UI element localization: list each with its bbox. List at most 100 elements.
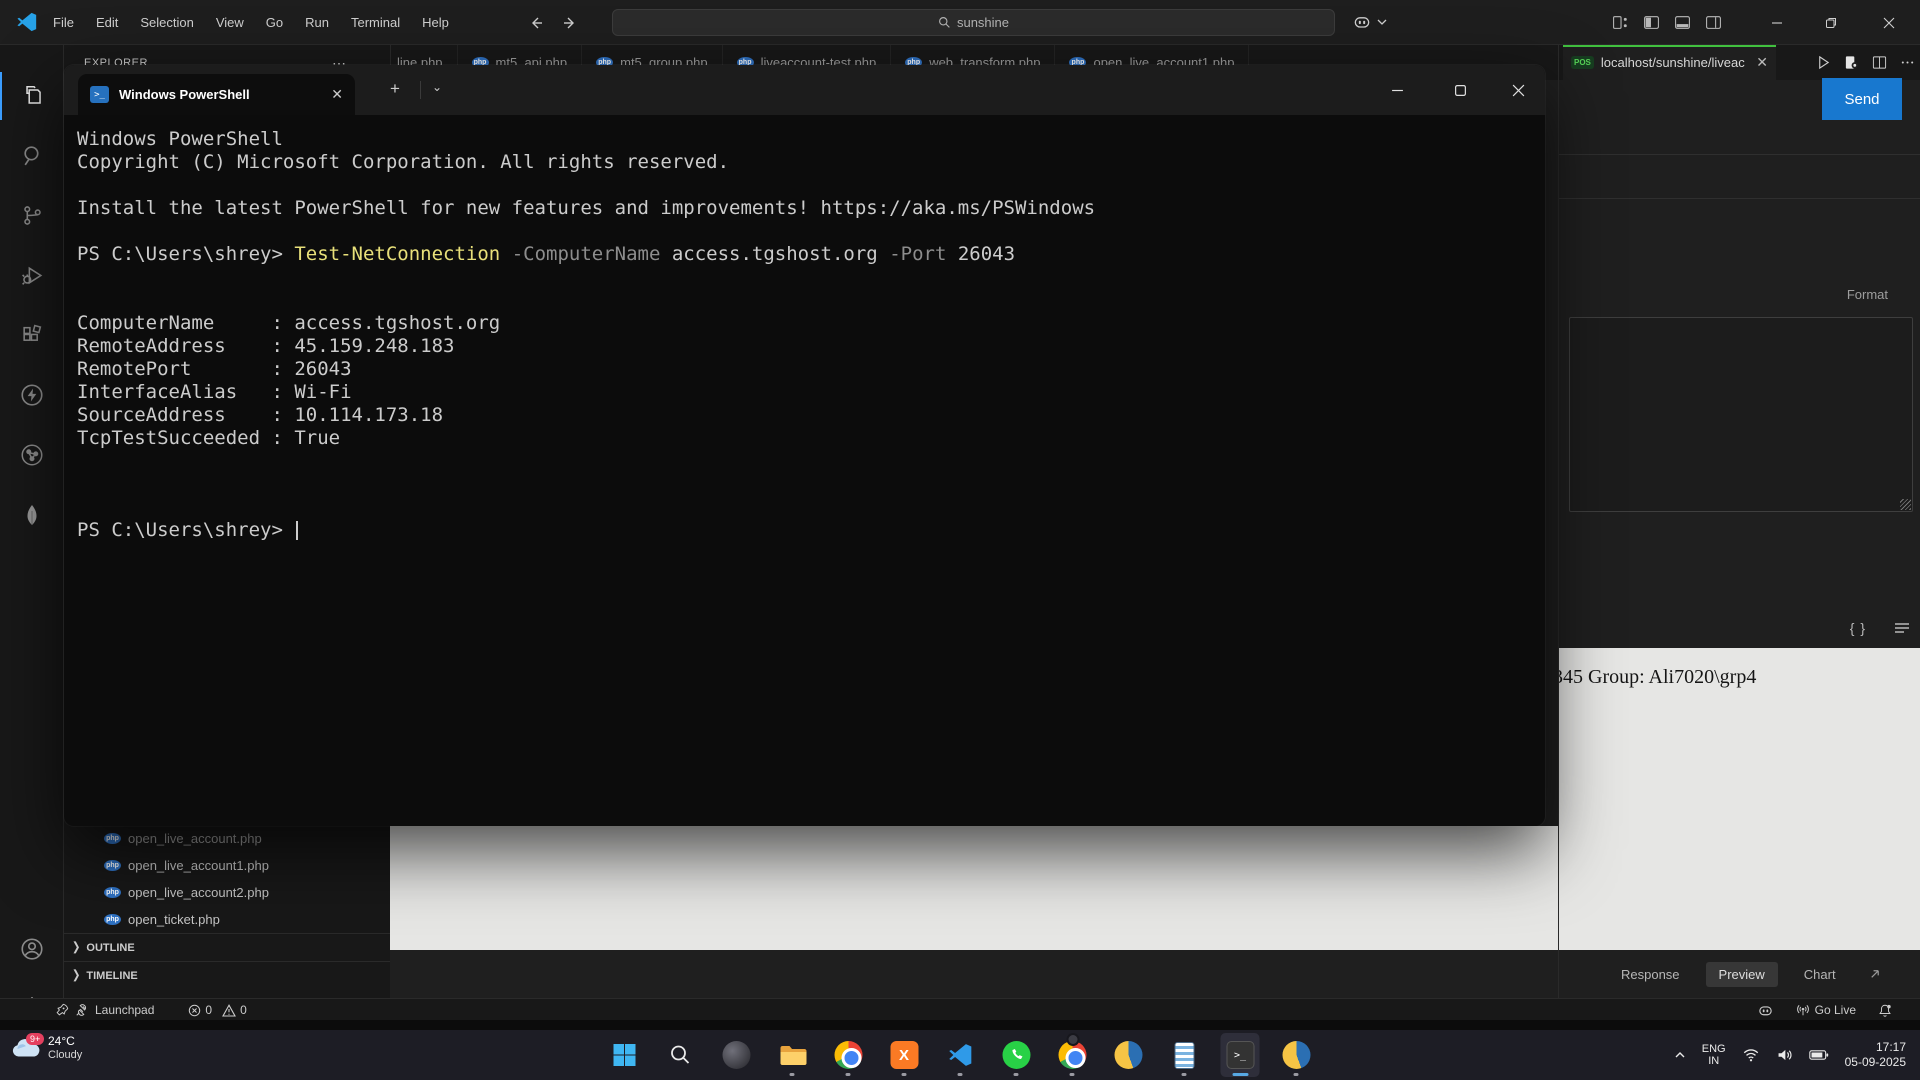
terminal-tab-close-icon[interactable]: ✕ — [331, 86, 343, 103]
whatsapp-icon[interactable] — [997, 1033, 1036, 1077]
php-file-icon: php — [104, 833, 121, 844]
tab-chart[interactable]: Chart — [1804, 967, 1836, 982]
terminal-taskbar-icon[interactable]: >_ — [1221, 1033, 1260, 1077]
run-icon[interactable] — [1816, 55, 1831, 70]
menu-edit[interactable]: Edit — [85, 0, 129, 45]
trading-app2-icon[interactable] — [1277, 1033, 1316, 1077]
split-editor-icon[interactable] — [1872, 55, 1887, 70]
run-debug-icon[interactable] — [0, 251, 64, 299]
api-graph-icon[interactable] — [0, 431, 64, 479]
notifications-bell-icon[interactable] — [1878, 1003, 1892, 1018]
battery-icon[interactable] — [1809, 1048, 1829, 1062]
command-center-search[interactable]: sunshine — [612, 9, 1335, 36]
new-tab-icon[interactable]: + — [390, 79, 400, 99]
terminal-command-line: PS C:\Users\shrey> Test-NetConnection -C… — [77, 243, 1535, 266]
start-button[interactable] — [605, 1033, 644, 1077]
customize-layout-icon[interactable] — [1612, 14, 1629, 31]
terminal-active-prompt[interactable]: PS C:\Users\shrey> — [77, 519, 1535, 542]
menu-terminal[interactable]: Terminal — [340, 0, 411, 45]
file-explorer-icon[interactable] — [773, 1033, 812, 1077]
terminal-output[interactable]: Windows PowerShell Copyright (C) Microso… — [77, 128, 1535, 542]
chrome-profile-icon[interactable] — [1053, 1033, 1092, 1077]
toggle-sidebar-icon[interactable] — [1643, 14, 1660, 31]
weather-temp: 24°C — [48, 1034, 82, 1049]
tab-localhost-request[interactable]: POS localhost/sunshine/liveac.. ✕ — [1563, 45, 1776, 80]
tab-dropdown-icon[interactable]: ⌄ — [432, 80, 442, 94]
tray-chevron-icon[interactable] — [1674, 1049, 1686, 1061]
expand-icon[interactable] — [1868, 968, 1881, 981]
taskbar-search-icon[interactable] — [661, 1033, 700, 1077]
menu-selection[interactable]: Selection — [129, 0, 204, 45]
statusbar-left: Launchpad 0 0 — [55, 999, 247, 1021]
response-tabs: Response Preview Chart — [1559, 950, 1920, 998]
more-actions-icon[interactable] — [1900, 55, 1915, 70]
extensions-icon[interactable] — [0, 311, 64, 359]
account-icon[interactable] — [0, 925, 64, 973]
file-open-live-account[interactable]: php open_live_account.php — [64, 825, 390, 852]
go-live-button[interactable]: Go Live — [1796, 1003, 1856, 1017]
clock-widget[interactable]: 17:17 05-09-2025 — [1845, 1040, 1906, 1070]
tray-time: 17:17 — [1845, 1040, 1906, 1055]
toggle-secondary-sidebar-icon[interactable] — [1705, 14, 1722, 31]
lines-menu-icon[interactable] — [1894, 622, 1910, 634]
http-method-badge: POS — [1571, 56, 1594, 69]
menu-go[interactable]: Go — [255, 0, 294, 45]
volume-icon[interactable] — [1776, 1047, 1793, 1063]
notepad-app-icon[interactable] — [1165, 1033, 1204, 1077]
warning-count: 0 — [240, 1003, 247, 1017]
send-button[interactable]: Send — [1822, 78, 1902, 120]
launchpad-label[interactable]: Launchpad — [95, 1003, 154, 1017]
dark-app-icon[interactable] — [717, 1033, 756, 1077]
menu-file[interactable]: File — [42, 0, 85, 45]
window-minimize-button[interactable] — [1754, 0, 1800, 45]
status-bar: Launchpad 0 0 Go Live — [0, 998, 1920, 1020]
editor-actions — [1816, 45, 1915, 80]
file-open-live-account2[interactable]: php open_live_account2.php — [64, 879, 390, 906]
thunder-client-icon[interactable] — [0, 371, 64, 419]
weather-widget[interactable]: 9+ 24°C Cloudy — [10, 1034, 82, 1061]
resize-handle[interactable] — [1900, 499, 1911, 510]
command-name: Test-NetConnection — [294, 243, 500, 265]
file-open-live-account1[interactable]: php open_live_account1.php — [64, 852, 390, 879]
problems-indicator[interactable]: 0 0 — [188, 1003, 246, 1017]
copilot-status-icon[interactable] — [1757, 1002, 1774, 1019]
command-param: -ComputerName — [500, 243, 660, 265]
menu-view[interactable]: View — [205, 0, 255, 45]
terminal-titlebar[interactable]: >_ Windows PowerShell ✕ + ⌄ — [64, 65, 1545, 115]
xampp-icon[interactable]: X — [885, 1033, 924, 1077]
tab-separator — [420, 81, 421, 99]
tab-close-icon[interactable]: ✕ — [1756, 54, 1768, 71]
timeline-section[interactable]: ❯ TIMELINE — [64, 961, 390, 989]
tab-preview[interactable]: Preview — [1706, 962, 1778, 987]
chrome-icon[interactable] — [829, 1033, 868, 1077]
file-open-ticket[interactable]: php open_ticket.php — [64, 906, 390, 933]
tab-response[interactable]: Response — [1621, 967, 1680, 982]
command-arg: 26043 — [946, 243, 1015, 265]
terminal-minimize-button[interactable] — [1374, 65, 1420, 115]
json-braces-icon[interactable]: { } — [1850, 620, 1866, 636]
wifi-icon[interactable] — [1742, 1047, 1760, 1063]
back-arrow-icon[interactable] — [528, 15, 544, 31]
menu-help[interactable]: Help — [411, 0, 460, 45]
terminal-maximize-button[interactable] — [1437, 65, 1483, 115]
explorer-icon[interactable] — [0, 72, 64, 120]
window-restore-button[interactable] — [1808, 0, 1854, 45]
vscode-taskbar-icon[interactable] — [941, 1033, 980, 1077]
copilot-menu[interactable] — [1352, 12, 1387, 32]
format-link[interactable]: Format — [1847, 287, 1888, 302]
request-body-textarea[interactable] — [1569, 317, 1913, 512]
source-control-icon[interactable] — [0, 191, 64, 239]
mongodb-icon[interactable] — [0, 491, 64, 539]
trading-app-icon[interactable] — [1109, 1033, 1148, 1077]
terminal-tab[interactable]: >_ Windows PowerShell ✕ — [78, 74, 355, 115]
run-settings-icon[interactable] — [1844, 55, 1859, 70]
search-sidebar-icon[interactable] — [0, 131, 64, 179]
vscode-logo-icon — [16, 11, 38, 33]
window-close-button[interactable] — [1866, 0, 1912, 45]
menu-run[interactable]: Run — [294, 0, 340, 45]
toggle-panel-icon[interactable] — [1674, 14, 1691, 31]
outline-section[interactable]: ❯ OUTLINE — [64, 933, 390, 961]
terminal-close-button[interactable] — [1495, 65, 1541, 115]
language-indicator[interactable]: ENG IN — [1702, 1043, 1726, 1067]
forward-arrow-icon[interactable] — [562, 15, 578, 31]
